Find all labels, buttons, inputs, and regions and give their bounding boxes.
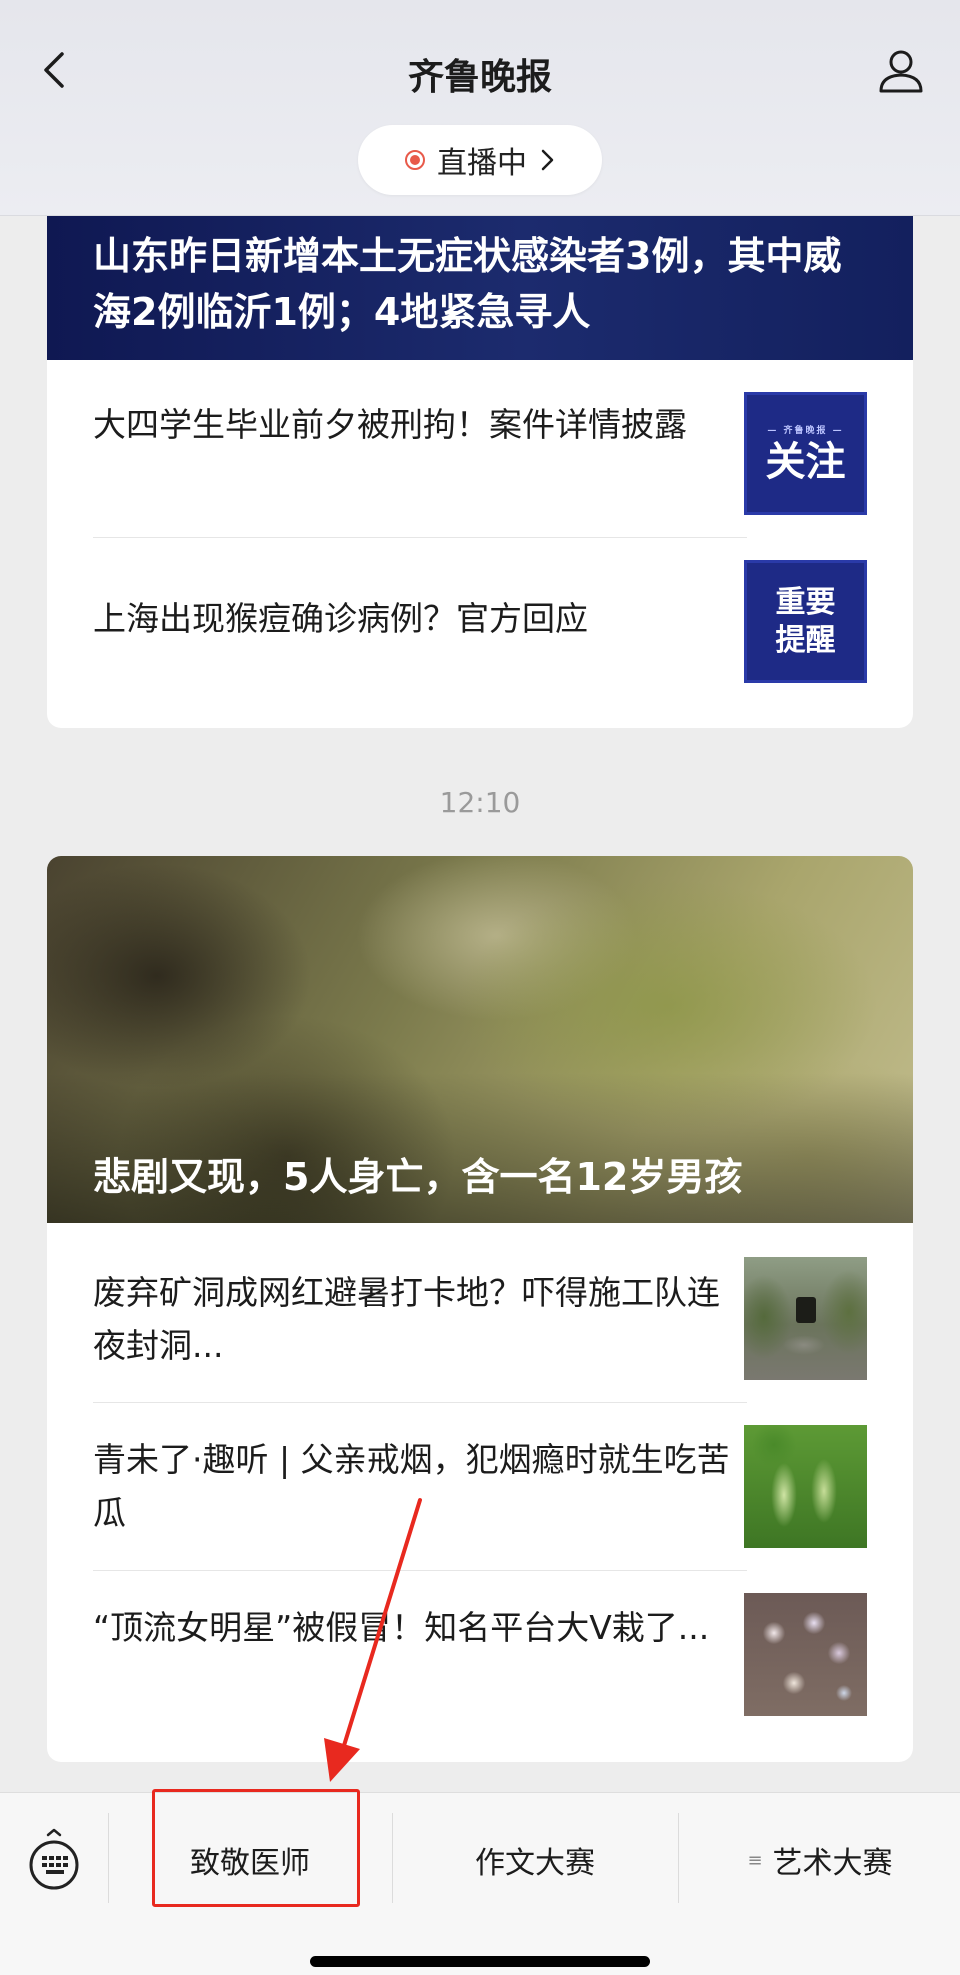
article-title[interactable]: “顶流女明星”被假冒！知名平台大V栽了... <box>93 1601 747 1654</box>
live-button[interactable]: 直播中 <box>358 125 602 195</box>
article-thumbnail[interactable] <box>744 1593 867 1716</box>
thumbnail-brand: — 齐鲁晚报 — <box>767 426 844 436</box>
thumbnail-label: 重要提醒 <box>775 584 836 658</box>
headline-title: 山东昨日新增本土无症状感染者3例，其中威海2例临沂1例；4地紧急寻人 <box>93 234 842 334</box>
keyboard-icon[interactable] <box>28 1827 80 1891</box>
article-thumbnail[interactable]: 重要提醒 <box>744 560 867 683</box>
menu-separator <box>678 1813 679 1903</box>
article-title[interactable]: 上海出现猴痘确诊病例？官方回应 <box>93 592 747 645</box>
menu-separator <box>392 1813 393 1903</box>
divider <box>93 1402 747 1403</box>
timestamp: 12:10 <box>439 786 521 819</box>
bottom-menu: 致敬医师 作文大赛 ≡ 艺术大赛 <box>0 1792 960 1975</box>
menu-item-essay-contest[interactable]: 作文大赛 <box>394 1823 676 1897</box>
page-title: 齐鲁晚报 <box>407 57 552 98</box>
divider <box>93 1570 747 1571</box>
highlight-box <box>152 1789 360 1907</box>
submenu-icon: ≡ <box>747 1849 763 1871</box>
thumbnail-label: 关注 <box>765 439 846 485</box>
article-title[interactable]: 废弃矿洞成网红避暑打卡地？吓得施工队连夜封洞... <box>93 1266 747 1372</box>
menu-item-label: 艺术大赛 <box>772 1846 893 1881</box>
divider <box>93 537 747 538</box>
chevron-right-icon <box>541 149 554 171</box>
article-card-1: 山东昨日新增本土无症状感染者3例，其中威海2例临沂1例；4地紧急寻人 大四学生毕… <box>47 180 913 728</box>
menu-separator <box>108 1813 109 1903</box>
article-title[interactable]: 大四学生毕业前夕被刑拘！案件详情披露 <box>93 398 747 451</box>
live-label: 直播中 <box>437 146 527 181</box>
headline-title: 悲剧又现，5人身亡，含一名12岁男孩 <box>93 1155 743 1199</box>
article-title[interactable]: 青未了·趣听 | 父亲戒烟，犯烟瘾时就生吃苦瓜 <box>93 1433 747 1539</box>
article-thumbnail[interactable] <box>744 1257 867 1380</box>
article-card-2: 悲剧又现，5人身亡，含一名12岁男孩 废弃矿洞成网红避暑打卡地？吓得施工队连夜封… <box>47 856 913 1762</box>
article-thumbnail[interactable]: — 齐鲁晚报 — 关注 <box>744 392 867 515</box>
home-indicator[interactable] <box>310 1956 650 1967</box>
top-bar: 齐鲁晚报 直播中 <box>0 0 960 216</box>
profile-icon[interactable] <box>876 46 926 96</box>
menu-item-art-contest[interactable]: ≡ 艺术大赛 <box>680 1823 960 1897</box>
live-dot-icon <box>405 150 425 170</box>
article-thumbnail[interactable] <box>744 1425 867 1548</box>
